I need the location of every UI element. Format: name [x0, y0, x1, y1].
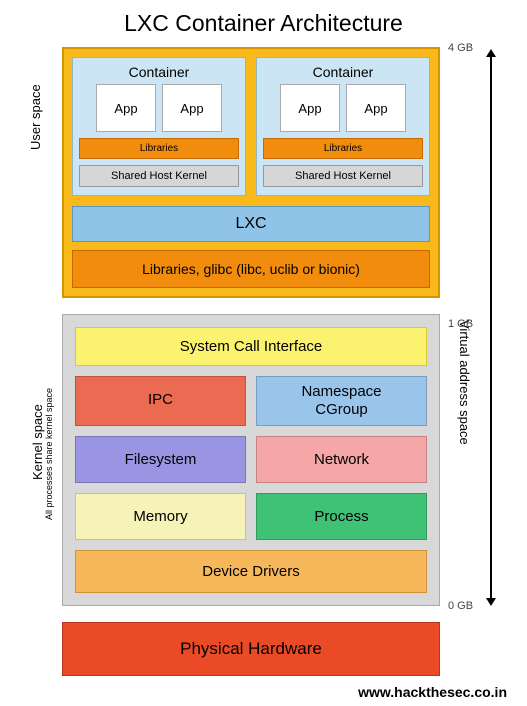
apps-row: App App — [263, 84, 423, 132]
footer-credit: www.hackthesec.co.in — [358, 684, 507, 700]
shared-kernel-box: Shared Host Kernel — [79, 165, 239, 187]
marker-0gb: 0 GB — [448, 600, 473, 612]
label-kernel-sub: All processes share kernel space — [44, 388, 54, 520]
container-box: Container App App Libraries Shared Host … — [256, 57, 430, 196]
network-box: Network — [256, 436, 427, 483]
containers-row: Container App App Libraries Shared Host … — [72, 57, 430, 196]
container-box: Container App App Libraries Shared Host … — [72, 57, 246, 196]
ipc-box: IPC — [75, 376, 246, 426]
process-box: Process — [256, 493, 427, 540]
glibc-box: Libraries, glibc (libc, uclib or bionic) — [72, 250, 430, 288]
label-virtual-address-space: Virtual address space — [457, 320, 472, 445]
container-title: Container — [263, 64, 423, 80]
container-title: Container — [79, 64, 239, 80]
kernel-space-box: System Call Interface IPC NamespaceCGrou… — [62, 314, 440, 606]
filesystem-box: Filesystem — [75, 436, 246, 483]
namespace-cgroup-box: NamespaceCGroup — [256, 376, 427, 426]
app-box: App — [280, 84, 340, 132]
marker-4gb: 4 GB — [448, 42, 473, 54]
diagram-title: LXC Container Architecture — [0, 10, 527, 37]
shared-kernel-box: Shared Host Kernel — [263, 165, 423, 187]
address-space-arrow — [490, 55, 492, 600]
diagram-body: Container App App Libraries Shared Host … — [62, 47, 442, 676]
marker-1gb: 1 GB — [448, 318, 473, 330]
physical-hardware-box: Physical Hardware — [62, 622, 440, 676]
app-box: App — [162, 84, 222, 132]
app-box: App — [346, 84, 406, 132]
user-space-box: Container App App Libraries Shared Host … — [62, 47, 440, 298]
label-user-space: User space — [28, 84, 43, 150]
lxc-box: LXC — [72, 206, 430, 242]
kernel-grid: IPC NamespaceCGroup Filesystem Network M… — [75, 376, 427, 540]
label-kernel-space: Kernel space — [30, 404, 45, 480]
memory-box: Memory — [75, 493, 246, 540]
apps-row: App App — [79, 84, 239, 132]
libraries-box: Libraries — [263, 138, 423, 159]
system-call-interface-box: System Call Interface — [75, 327, 427, 366]
libraries-box: Libraries — [79, 138, 239, 159]
device-drivers-box: Device Drivers — [75, 550, 427, 593]
app-box: App — [96, 84, 156, 132]
